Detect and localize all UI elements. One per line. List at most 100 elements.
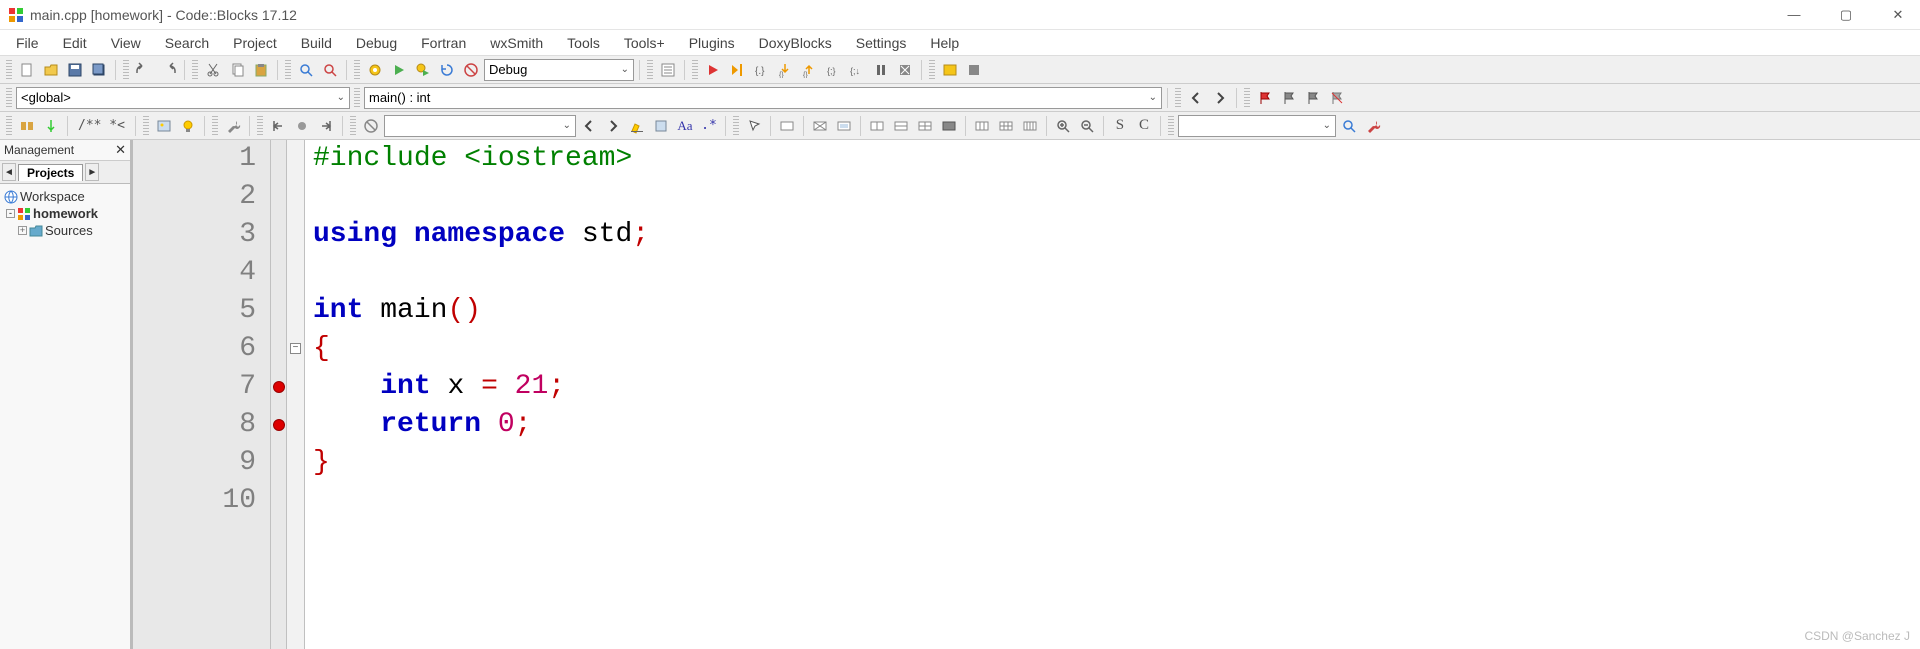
grid1-button[interactable] (971, 115, 993, 137)
menu-project[interactable]: Project (223, 33, 287, 53)
menu-settings[interactable]: Settings (846, 33, 917, 53)
search-combo[interactable]: ⌄ (384, 115, 576, 137)
maximize-button[interactable]: ▢ (1832, 7, 1860, 23)
info-button[interactable] (963, 59, 985, 81)
fold-toggle[interactable]: − (290, 343, 301, 354)
zoom-in-button[interactable] (1052, 115, 1074, 137)
jump-forward-button[interactable] (315, 115, 337, 137)
options-button[interactable] (657, 59, 679, 81)
nav-back-button[interactable] (1185, 87, 1207, 109)
toolbar-grip[interactable] (6, 88, 12, 108)
build-target-combo[interactable]: Debug⌄ (484, 59, 634, 81)
toolbar-grip[interactable] (6, 60, 12, 80)
scope-combo[interactable]: <global>⌄ (16, 87, 350, 109)
toolbar-grip[interactable] (354, 60, 360, 80)
bookmark-next-button[interactable] (1302, 87, 1324, 109)
toolbar-grip[interactable] (1244, 88, 1250, 108)
toolbar-grip[interactable] (257, 116, 263, 136)
toolbar-grip[interactable] (733, 116, 739, 136)
step-out-button[interactable]: {} (798, 59, 820, 81)
run-to-cursor-button[interactable] (726, 59, 748, 81)
menu-wxsmith[interactable]: wxSmith (480, 33, 553, 53)
code-editor[interactable]: 1 2 3 4 5 6 7 8 9 10 − #include <iostrea… (132, 140, 1920, 649)
flag-red-button[interactable] (1254, 87, 1276, 109)
replace-button[interactable] (319, 59, 341, 81)
run-button[interactable] (388, 59, 410, 81)
record-button[interactable] (291, 115, 313, 137)
tab-nav-prev[interactable]: ◄ (2, 163, 16, 181)
menu-tools[interactable]: Tools (557, 33, 610, 53)
save-button[interactable] (64, 59, 86, 81)
toolbar-grip[interactable] (212, 116, 218, 136)
toolbar-grip[interactable] (192, 60, 198, 80)
undo-button[interactable] (133, 59, 155, 81)
menu-edit[interactable]: Edit (53, 33, 97, 53)
expand-icon[interactable]: + (18, 226, 27, 235)
toolbar-grip[interactable] (692, 60, 698, 80)
cut-button[interactable] (202, 59, 224, 81)
search-next-button[interactable] (602, 115, 624, 137)
step-into-instr-button[interactable]: {;↓ (846, 59, 868, 81)
panel1-button[interactable] (776, 115, 798, 137)
build-run-button[interactable] (412, 59, 434, 81)
bulb-button[interactable] (177, 115, 199, 137)
debug-windows-button[interactable] (939, 59, 961, 81)
c-button[interactable]: C (1133, 115, 1155, 137)
panel-close-button[interactable]: ✕ (115, 142, 126, 158)
nav-forward-button[interactable] (1209, 87, 1231, 109)
build-button[interactable] (364, 59, 386, 81)
menu-view[interactable]: View (101, 33, 151, 53)
menu-doxyblocks[interactable]: DoxyBlocks (749, 33, 842, 53)
debug-run-button[interactable] (702, 59, 724, 81)
toolbar-grip[interactable] (143, 116, 149, 136)
expand-icon[interactable]: - (6, 209, 15, 218)
toolbar-grip[interactable] (929, 60, 935, 80)
commit-button[interactable] (40, 115, 62, 137)
new-file-button[interactable] (16, 59, 38, 81)
menu-plugins[interactable]: Plugins (679, 33, 745, 53)
panel2-button[interactable] (809, 115, 831, 137)
toolbar-grip[interactable] (1168, 116, 1174, 136)
symbol-combo[interactable]: ⌄ (1178, 115, 1336, 137)
find-button[interactable] (295, 59, 317, 81)
menu-help[interactable]: Help (920, 33, 969, 53)
menu-search[interactable]: Search (155, 33, 219, 53)
toolbar-grip[interactable] (354, 88, 360, 108)
search-prev-button[interactable] (578, 115, 600, 137)
paste-button[interactable] (250, 59, 272, 81)
breakpoint-column[interactable] (271, 140, 287, 649)
toolbar-grip[interactable] (6, 116, 12, 136)
wrench-button[interactable] (222, 115, 244, 137)
layout3-button[interactable] (914, 115, 936, 137)
toolbar-grip[interactable] (285, 60, 291, 80)
search-symbol-button[interactable] (1338, 115, 1360, 137)
menu-fortran[interactable]: Fortran (411, 33, 476, 53)
bookmark-clear-button[interactable] (1326, 87, 1348, 109)
layout1-button[interactable] (866, 115, 888, 137)
breakpoint-icon[interactable] (273, 419, 285, 431)
breakpoint-icon[interactable] (273, 381, 285, 393)
regex-button[interactable]: .* (698, 115, 720, 137)
next-instr-button[interactable]: {;} (822, 59, 844, 81)
stop-debug-button[interactable] (894, 59, 916, 81)
panel3-button[interactable] (833, 115, 855, 137)
s-button[interactable]: S (1109, 115, 1131, 137)
break-button[interactable] (870, 59, 892, 81)
rebuild-button[interactable] (436, 59, 458, 81)
tab-projects[interactable]: Projects (18, 164, 83, 181)
next-line-button[interactable]: {.} (750, 59, 772, 81)
no-button[interactable] (360, 115, 382, 137)
toolbar-grip[interactable] (647, 60, 653, 80)
zoom-out-button[interactable] (1076, 115, 1098, 137)
tree-sources[interactable]: + Sources (2, 222, 128, 239)
fold-column[interactable]: − (287, 140, 305, 649)
highlight-button[interactable] (626, 115, 648, 137)
toolbar-grip[interactable] (123, 60, 129, 80)
toolbar-grip[interactable] (350, 116, 356, 136)
jump-back-button[interactable] (267, 115, 289, 137)
code-area[interactable]: #include <iostream> using namespace std;… (305, 140, 1920, 649)
bookmark-prev-button[interactable] (1278, 87, 1300, 109)
match-case-button[interactable]: Aa (674, 115, 696, 137)
cursor-button[interactable] (743, 115, 765, 137)
menu-debug[interactable]: Debug (346, 33, 407, 53)
